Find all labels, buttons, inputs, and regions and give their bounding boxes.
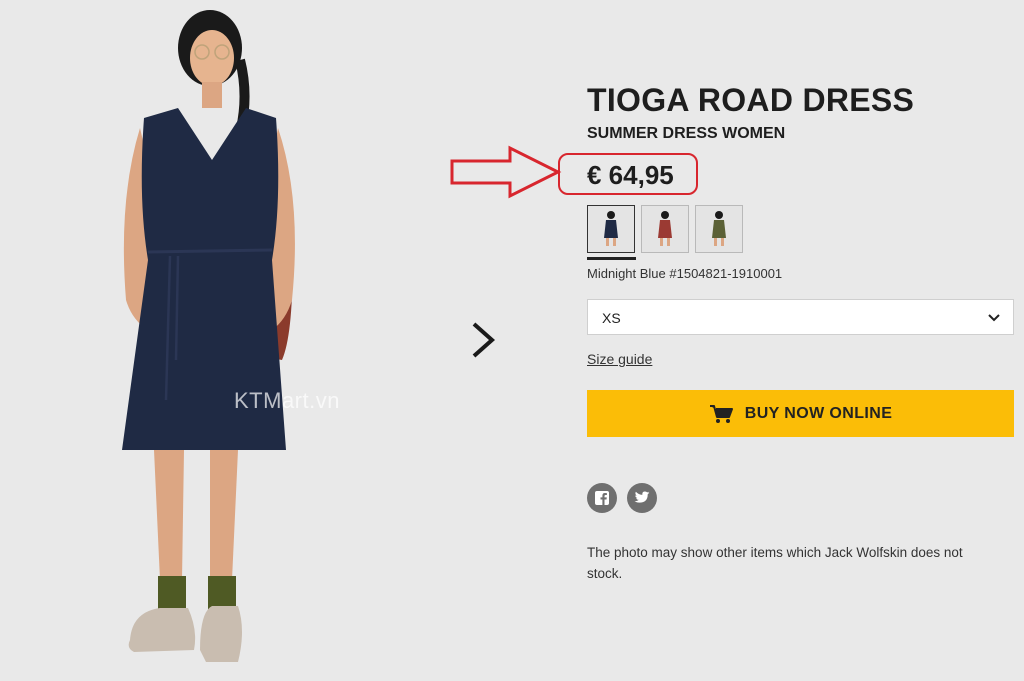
- product-photo: [122, 10, 295, 662]
- swatch-thumbnail: [658, 211, 672, 246]
- size-select-value: XS: [602, 310, 621, 326]
- active-swatch-indicator: [587, 257, 636, 260]
- twitter-share-button[interactable]: [627, 483, 657, 513]
- buy-now-label: BUY NOW ONLINE: [744, 404, 893, 422]
- size-guide-link[interactable]: Size guide: [587, 351, 652, 367]
- swatch-thumbnail: [604, 211, 618, 246]
- swatch-red[interactable]: [641, 205, 689, 253]
- red-arrow-icon: [450, 145, 562, 199]
- cart-icon: [709, 404, 733, 423]
- twitter-icon: [634, 491, 650, 503]
- product-price: € 64,95: [587, 160, 674, 190]
- color-swatches: [587, 205, 743, 253]
- facebook-share-button[interactable]: [587, 483, 617, 513]
- chevron-down-icon: [988, 314, 1000, 322]
- swatch-olive[interactable]: [695, 205, 743, 253]
- swatch-thumbnail: [712, 211, 726, 246]
- size-select[interactable]: XS: [587, 299, 1014, 335]
- social-share: [587, 483, 657, 513]
- product-gallery: KTMart.vn: [0, 0, 560, 681]
- product-subtitle: SUMMER DRESS WOMEN: [587, 125, 786, 142]
- color-label: Midnight Blue #1504821-1910001: [587, 266, 783, 281]
- watermark-text: KTMart.vn: [234, 388, 340, 413]
- product-title: TIOGA ROAD DRESS: [587, 82, 915, 118]
- disclaimer-text: The photo may show other items which Jac…: [587, 545, 963, 581]
- swatch-midnight-blue[interactable]: [587, 205, 635, 253]
- facebook-icon: [595, 491, 609, 505]
- chevron-right-icon[interactable]: [466, 318, 500, 362]
- buy-now-button[interactable]: BUY NOW ONLINE: [587, 390, 1014, 437]
